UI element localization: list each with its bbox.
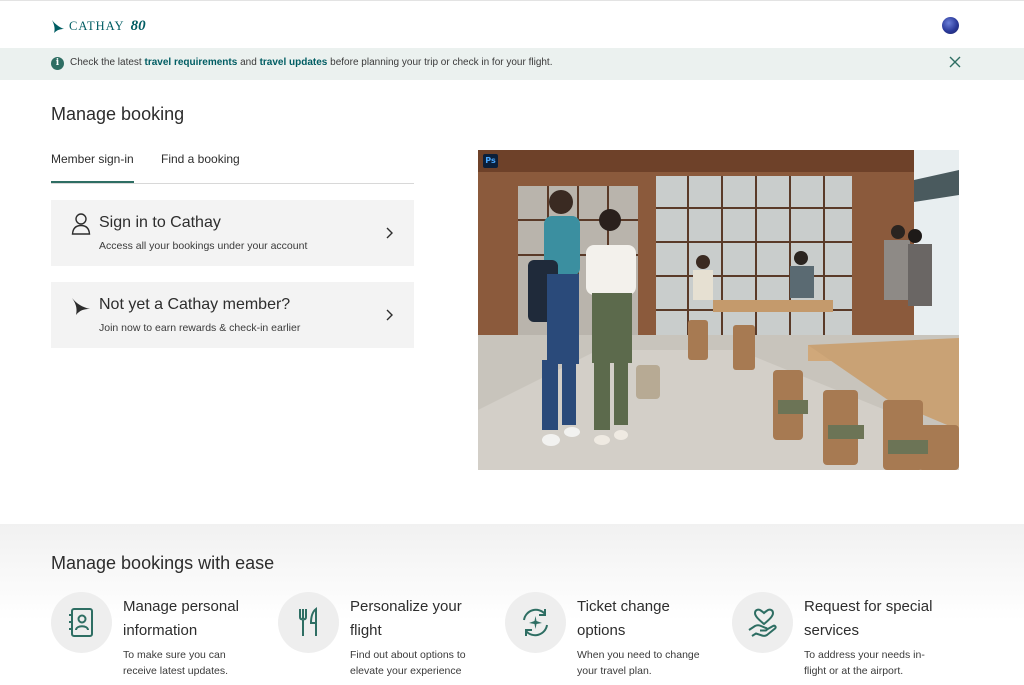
feature-icon-bg xyxy=(732,592,793,653)
site-header: CATHAY 80 xyxy=(0,0,1024,48)
contact-book-icon xyxy=(69,608,93,637)
sign-in-subtitle: Access all your bookings under your acco… xyxy=(99,240,308,252)
hero-image: Ps xyxy=(478,150,959,470)
feature-desc: To address your needs in-flight or at th… xyxy=(804,649,925,677)
tab-find-a-booking[interactable]: Find a booking xyxy=(161,152,240,183)
chevron-right-icon xyxy=(386,309,393,321)
photoshop-badge: Ps xyxy=(483,154,498,168)
cathay-bird-icon xyxy=(52,19,64,33)
feature-icon-bg xyxy=(278,592,339,653)
notice-text-part: Check the latest xyxy=(70,57,145,68)
cutlery-icon xyxy=(299,606,317,636)
feature-title: Manage personal information xyxy=(123,598,239,639)
join-member-card[interactable]: Not yet a Cathay member? Join now to ear… xyxy=(51,282,414,348)
feature-icon-bg xyxy=(51,592,112,653)
features-title: Manage bookings with ease xyxy=(51,553,275,573)
notice-text-part: before planning your trip or check in fo… xyxy=(327,57,553,68)
cathay-bird-icon xyxy=(72,298,90,315)
join-member-title: Not yet a Cathay member? xyxy=(99,296,291,313)
plane-cycle-icon xyxy=(523,608,548,637)
avatar[interactable] xyxy=(942,17,959,34)
feature-desc: To make sure you can receive latest upda… xyxy=(123,649,229,677)
feature-title: Ticket change options xyxy=(577,598,670,639)
info-icon: i xyxy=(51,57,64,70)
feature-desc: Find out about options to elevate your e… xyxy=(350,649,466,677)
feature-manage-info[interactable]: Manage personal information To make sure… xyxy=(51,592,261,685)
sign-in-card[interactable]: Sign in to Cathay Access all your bookin… xyxy=(51,200,414,266)
cathay-logo[interactable]: CATHAY 80 xyxy=(51,18,146,35)
close-icon[interactable] xyxy=(947,54,963,70)
user-icon xyxy=(71,213,91,235)
heart-hand-icon xyxy=(748,608,777,637)
notice-text-part: and xyxy=(237,57,260,68)
logo-text: CATHAY xyxy=(69,19,125,33)
notice-banner: i Check the latest travel requirements a… xyxy=(0,48,1024,80)
feature-title: Request for special services xyxy=(804,598,933,639)
feature-special-services[interactable]: Request for special services To address … xyxy=(732,592,942,685)
feature-desc: When you need to change your travel plan… xyxy=(577,649,700,677)
lounge-illustration xyxy=(478,150,959,470)
travel-requirements-link[interactable]: travel requirements xyxy=(144,57,237,68)
travel-updates-link[interactable]: travel updates xyxy=(260,57,328,68)
booking-tabs: Member sign-in Find a booking xyxy=(51,151,414,184)
feature-title: Personalize your flight xyxy=(350,598,462,639)
chevron-right-icon xyxy=(386,227,393,239)
join-member-subtitle: Join now to earn rewards & check-in earl… xyxy=(99,322,301,334)
feature-personalize-flight[interactable]: Personalize your flight Find out about o… xyxy=(278,592,488,685)
notice-text: Check the latest travel requirements and… xyxy=(70,57,553,68)
feature-icon-bg xyxy=(505,592,566,653)
sign-in-title: Sign in to Cathay xyxy=(99,214,221,231)
logo-anniversary: 80 xyxy=(130,18,146,34)
feature-ticket-change[interactable]: Ticket change options When you need to c… xyxy=(505,592,715,685)
tab-member-sign-in[interactable]: Member sign-in xyxy=(51,152,134,183)
page-title: Manage booking xyxy=(51,104,185,124)
